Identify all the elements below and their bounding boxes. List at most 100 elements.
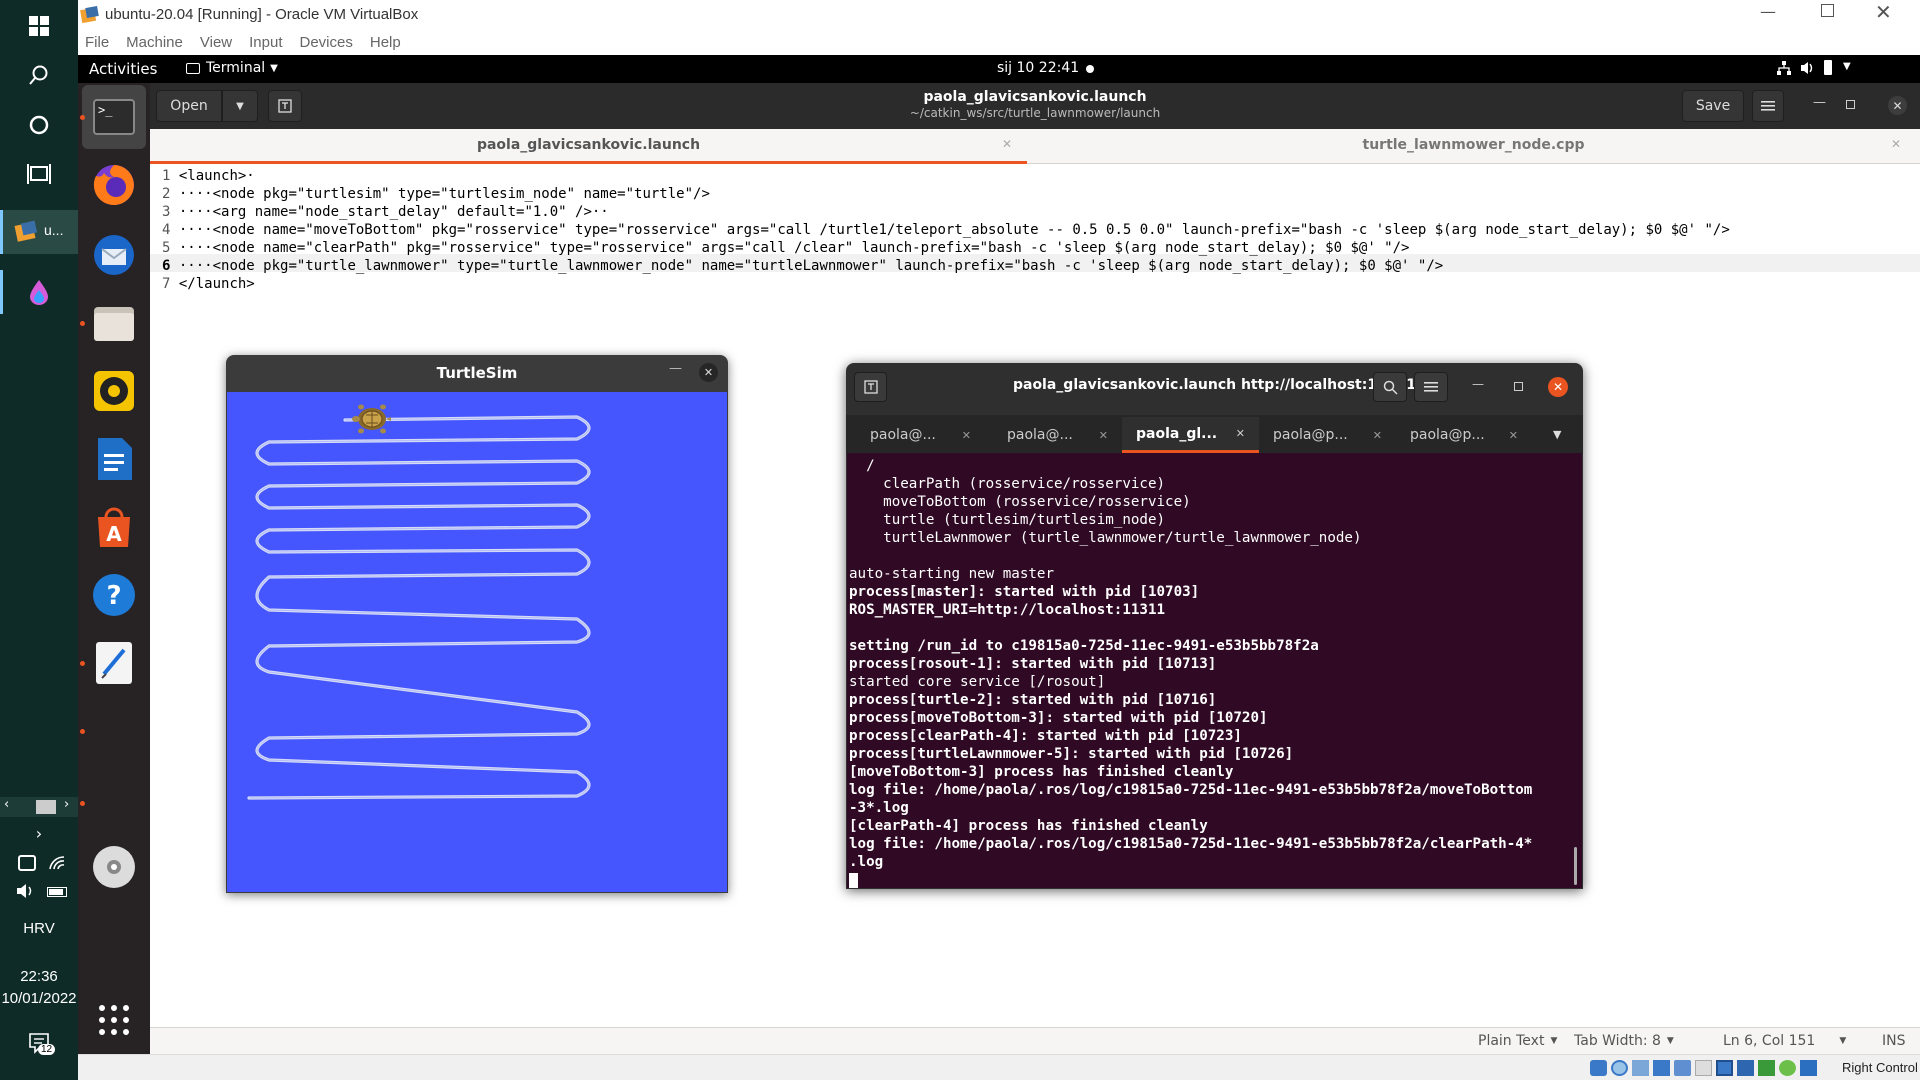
battery-icon[interactable] [47,887,67,897]
taskbar-virtualbox-item[interactable]: u... [0,210,78,254]
dock-help[interactable]: ? [82,563,146,627]
system-date[interactable]: 10/01/2022 [0,990,78,1007]
network-icon[interactable] [1776,60,1792,80]
show-applications-button[interactable] [82,988,146,1052]
hamburger-menu-button[interactable] [1752,90,1784,122]
cortana-icon[interactable] [0,108,78,142]
tab-close-icon[interactable]: ✕ [1002,137,1012,151]
task-view-icon[interactable] [0,157,78,191]
volume-icon[interactable] [16,883,36,903]
dock-files[interactable] [82,291,146,355]
tabs-overflow-chevron-icon[interactable]: ▼ [1553,428,1561,441]
taskbar-app-item[interactable] [0,270,78,314]
display-icon[interactable] [1716,1060,1733,1076]
cpu-icon[interactable] [1758,1060,1775,1076]
minimize-icon[interactable]: — [1472,377,1484,391]
close-icon[interactable]: ✕ [1888,96,1907,115]
dock-disc[interactable] [82,835,146,899]
language-indicator[interactable]: HRV [0,920,78,937]
code-line[interactable]: 5 ····<node name="clearPath" pkg="rosser… [162,239,1409,257]
dock-firefox[interactable] [82,153,146,217]
meet-now-icon[interactable] [18,855,36,871]
restore-icon[interactable] [1821,4,1834,17]
close-icon[interactable]: ✕ [1875,0,1892,24]
tab-close-icon[interactable]: ✕ [1099,429,1108,442]
dock-text-editor[interactable] [82,631,146,695]
terminal-tab[interactable]: paola@... ✕ [848,417,985,453]
clock[interactable]: sij 10 22:41 [997,60,1079,76]
dock-thunderbird[interactable] [82,223,146,287]
minimize-icon[interactable]: — [1813,95,1826,110]
language-selector[interactable]: Plain Text ▼ [1478,1033,1557,1049]
shared-folders-icon[interactable] [1695,1060,1712,1076]
code-line[interactable]: 7 </launch> [162,275,255,293]
activities-button[interactable]: Activities [89,60,157,78]
maximize-icon[interactable] [1514,382,1523,391]
menu-machine[interactable]: Machine [126,34,183,51]
code-line[interactable]: 2 ····<node pkg="turtlesim" type="turtle… [162,185,710,203]
thunderbird-icon [94,235,134,275]
tab-width-selector[interactable]: Tab Width: 8 ▼ [1574,1033,1674,1049]
tab-close-icon[interactable]: ✕ [1236,427,1245,440]
menu-file[interactable]: File [85,34,109,51]
wifi-icon[interactable] [48,855,66,875]
terminal-tab[interactable]: paola@p... ✕ [1396,417,1526,453]
hard-disk-icon[interactable] [1590,1060,1607,1076]
system-menu-chevron-icon[interactable]: ▼ [1843,61,1851,72]
app-menu[interactable]: Terminal ▼ [186,60,278,76]
terminal-scrollbar[interactable] [1574,847,1577,885]
taskbar-scrollbar[interactable]: ‹ › [0,797,78,817]
dock-writer[interactable] [82,427,146,491]
network-adapter-icon[interactable] [1653,1060,1670,1076]
recording-icon[interactable] [1737,1060,1754,1076]
scroll-right-icon[interactable]: › [64,797,69,812]
dock-terminal[interactable]: >_ [82,85,146,149]
cursor-position[interactable]: Ln 6, Col 151 ▼ [1723,1033,1846,1049]
windows-start-icon[interactable] [0,10,78,42]
search-icon[interactable] [0,58,78,92]
mouse-integration-icon[interactable] [1800,1060,1817,1076]
volume-icon[interactable] [1800,61,1816,79]
terminal-tab[interactable]: paola@p... ✕ [1259,417,1396,453]
tab-close-icon[interactable]: ✕ [1891,137,1901,151]
tab-cpp-file[interactable]: turtle_lawnmower_node.cpp ✕ [1027,129,1920,164]
close-icon[interactable]: ✕ [1548,377,1568,397]
menu-help[interactable]: Help [370,34,401,51]
guest-additions-icon[interactable] [1779,1060,1796,1076]
terminal-window[interactable]: paola_glavicsankovic.launch http://local… [846,363,1583,889]
code-line[interactable]: 4 ····<node name="moveToBottom" pkg="ros… [162,221,1730,239]
menu-input[interactable]: Input [249,34,282,51]
scroll-left-icon[interactable]: ‹ [4,797,9,812]
tab-close-icon[interactable]: ✕ [962,429,971,442]
optical-drive-icon[interactable] [1611,1060,1628,1076]
battery-icon[interactable] [1824,60,1832,75]
audio-icon[interactable] [1632,1060,1649,1076]
hamburger-menu-button[interactable] [1414,372,1448,402]
turtlesim-window[interactable]: TurtleSim — ✕ [226,355,728,893]
menu-view[interactable]: View [200,34,232,51]
line-number: 4 [162,222,171,238]
notification-center-icon[interactable]: 12 [28,1032,56,1058]
maximize-icon[interactable] [1846,100,1855,109]
terminal-tab-active[interactable]: paola_gl... ✕ [1122,417,1259,453]
terminal-tab[interactable]: paola@... ✕ [985,417,1122,453]
code-line[interactable]: 6 ····<node pkg="turtle_lawnmower" type=… [162,257,1443,275]
tab-close-icon[interactable]: ✕ [1509,429,1518,442]
system-time[interactable]: 22:36 [0,968,78,985]
dock-software[interactable]: A [82,495,146,559]
menu-devices[interactable]: Devices [300,34,353,51]
tab-close-icon[interactable]: ✕ [1373,429,1382,442]
code-line[interactable]: 3 ····<arg name="node_start_delay" defau… [162,203,609,221]
close-icon[interactable]: ✕ [699,363,718,382]
code-line[interactable]: 1 <launch>· [162,167,255,185]
chevron-down-icon: ▼ [1666,1036,1674,1046]
search-button[interactable] [1373,372,1407,402]
save-button[interactable]: Save [1682,90,1744,122]
minimize-icon[interactable]: — [1760,2,1776,21]
minimize-icon[interactable]: — [669,361,682,376]
show-hidden-icons-icon[interactable]: › [0,822,78,844]
tab-launch-file[interactable]: paola_glavicsankovic.launch ✕ [150,129,1027,164]
dock-rhythmbox[interactable] [82,359,146,423]
terminal-output[interactable]: / clearPath (rosservice/rosservice) move… [847,453,1582,888]
usb-icon[interactable] [1674,1060,1691,1076]
